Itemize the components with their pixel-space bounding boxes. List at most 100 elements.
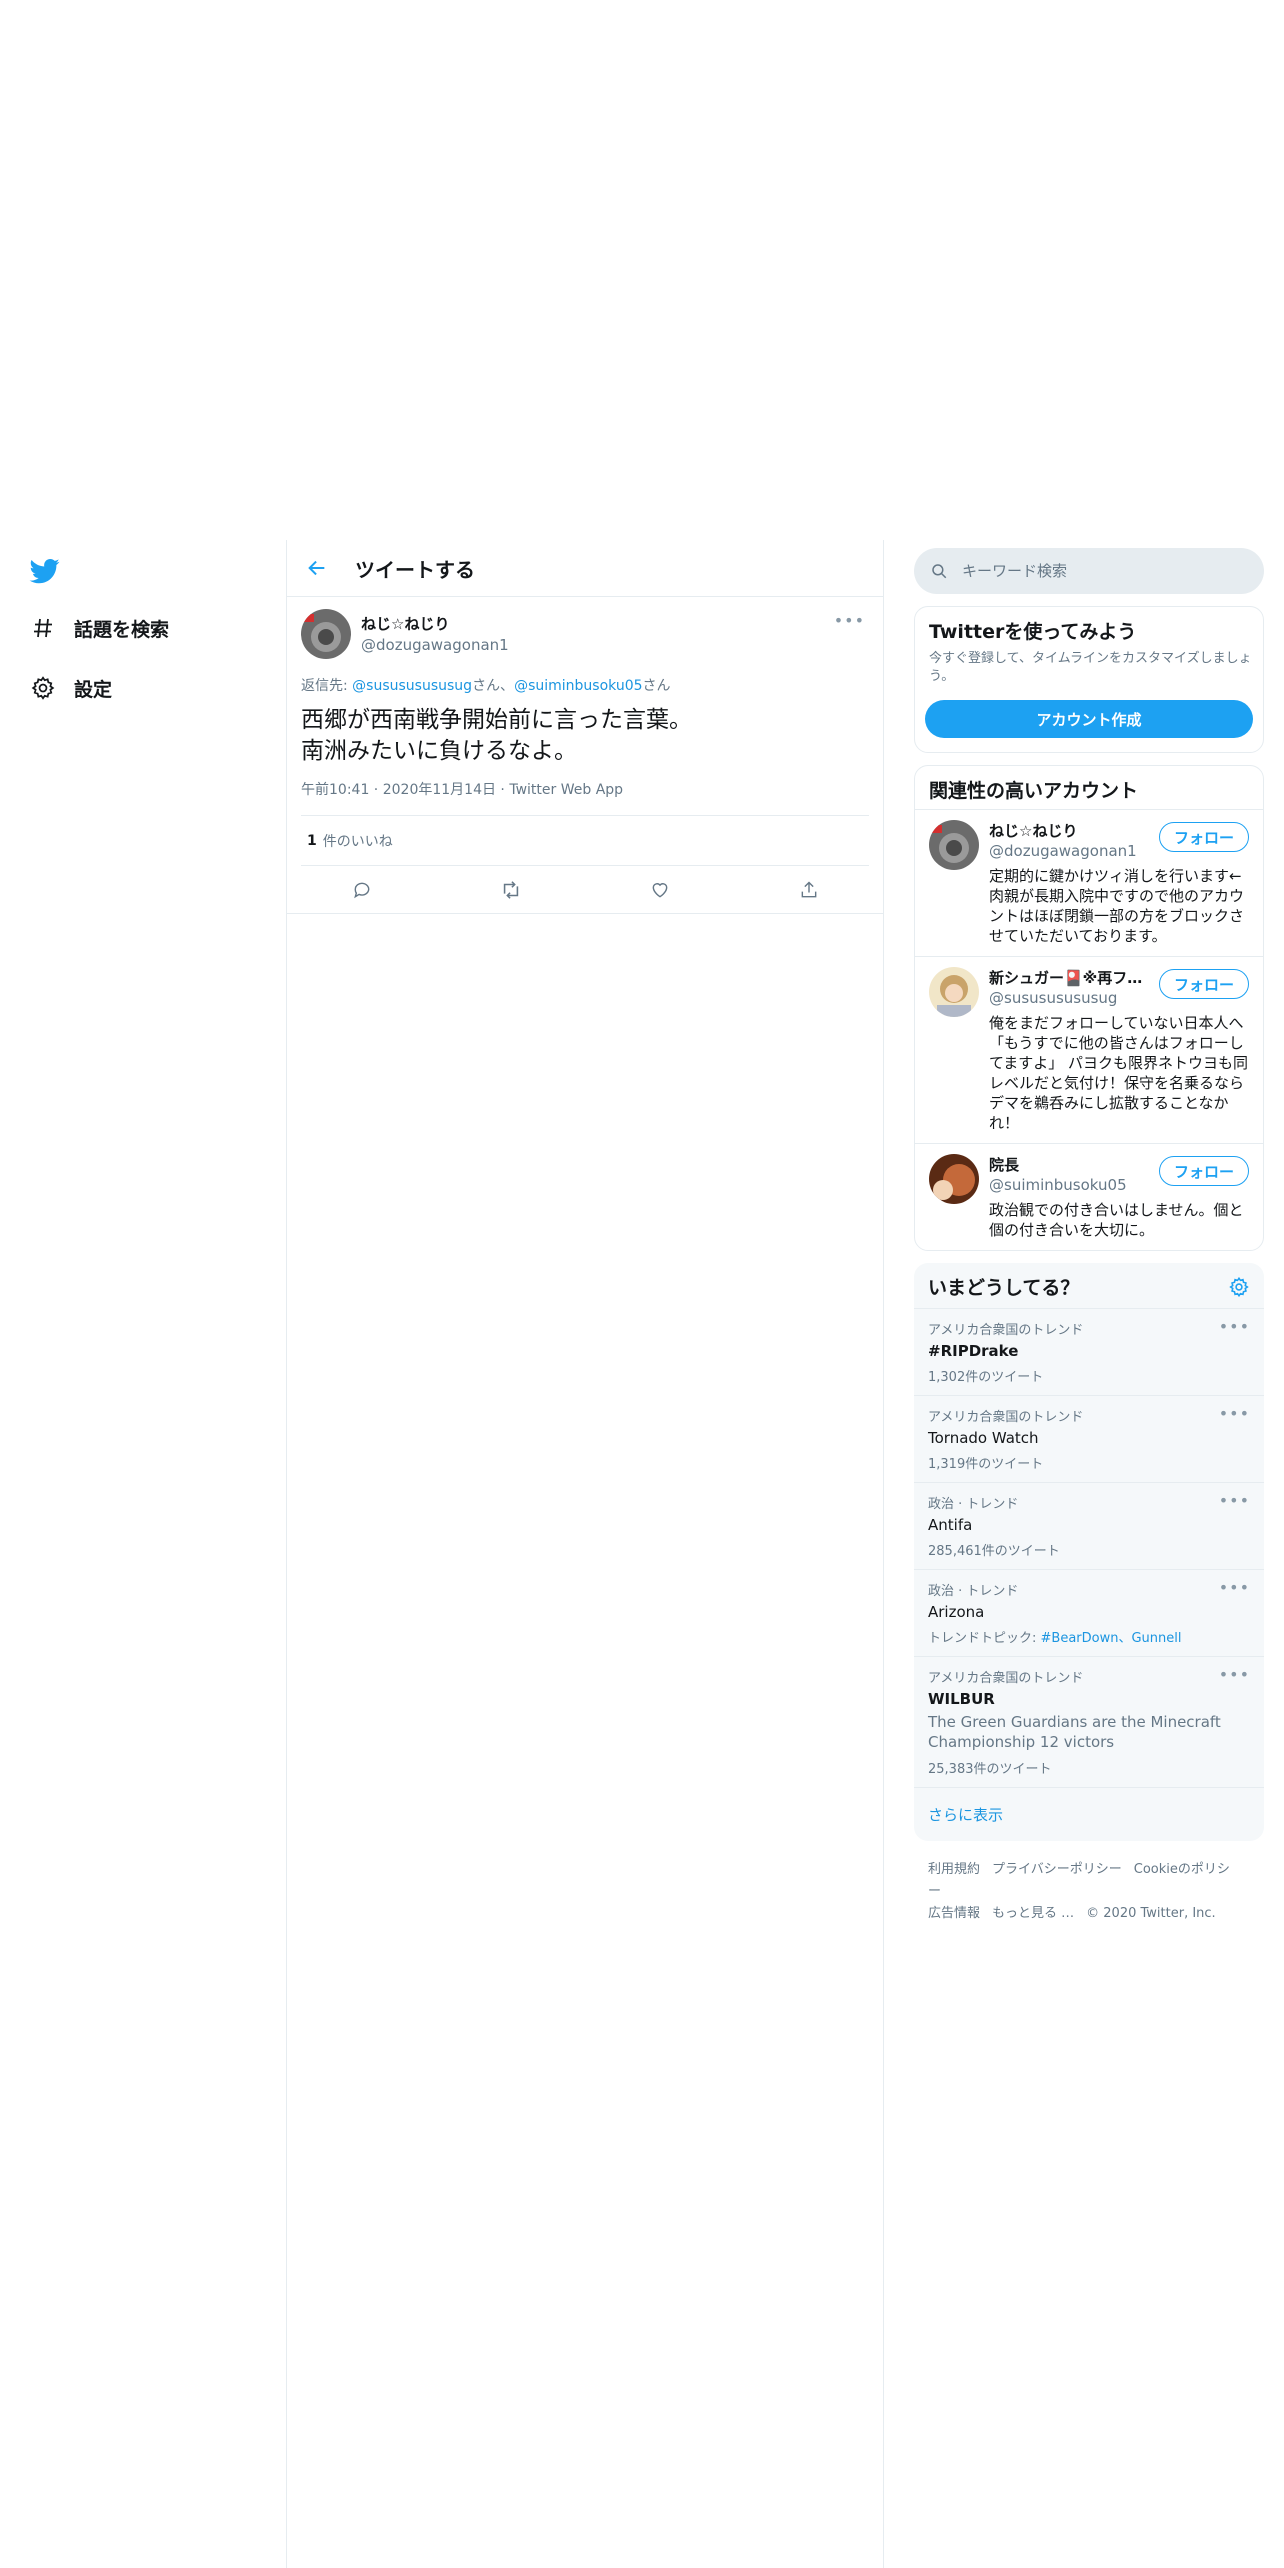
follow-button[interactable]: フォロー (1158, 1156, 1249, 1186)
right-sidebar: Twitterを使ってみよう 今すぐ登録して、タイムラインをカスタマイズしましょ… (914, 540, 1264, 1943)
likes-count: 1 (307, 832, 317, 849)
tweet-actions (287, 866, 883, 914)
reply-prefix: 返信先: (301, 678, 353, 694)
search-icon (932, 564, 947, 579)
trend-topic-links[interactable]: #BearDown、Gunnell (1041, 1631, 1182, 1646)
trend-item[interactable]: 政治 · トレンド Arizona トレンドトピック: #BearDown、Gu… (914, 1570, 1264, 1657)
account-name: 新シュガー🎴※再フォ… (989, 969, 1149, 987)
user-name[interactable]: ねじ☆ねじり (361, 613, 509, 634)
tweet-date[interactable]: 2020年11月14日 (383, 782, 496, 798)
trend-topic-prefix: トレンドトピック: (928, 1631, 1041, 1646)
trend-count: 25,383件のツイート (928, 1762, 1052, 1777)
likes-label: 件のいいね (322, 833, 393, 850)
trend-name: WILBUR (928, 1690, 995, 1708)
related-accounts-card: 関連性の高いアカウント ねじ☆ねじり @dozugawagonan1 定期的に鍵… (914, 765, 1264, 1251)
back-button[interactable] (297, 548, 337, 588)
account-name: ねじ☆ねじり (989, 822, 1078, 840)
trend-count: 1,302件のツイート (928, 1370, 1044, 1385)
more-options-icon[interactable]: ••• (1219, 1578, 1250, 1597)
hashtag-icon (28, 613, 58, 643)
reply-user-link[interactable]: @susususususug (352, 678, 472, 694)
footer-link[interactable]: プライバシーポリシー (992, 1862, 1122, 1877)
like-icon[interactable] (640, 870, 680, 910)
main-column: ツイートする ねじ☆ねじり @dozugawagonan1 ••• 返信先: @… (286, 540, 884, 2568)
trend-item[interactable]: アメリカ合衆国のトレンド WILBUR The Green Guardians … (914, 1657, 1264, 1788)
account-item[interactable]: 新シュガー🎴※再フォ… @susususususug 俺をまだフォローしていない… (915, 956, 1263, 1143)
footer-link[interactable]: もっと見る … (992, 1906, 1074, 1921)
share-icon[interactable] (789, 870, 829, 910)
signup-subtitle: 今すぐ登録して、タイムラインをカスタマイズしましょう。 (929, 651, 1252, 684)
trend-count: 285,461件のツイート (928, 1544, 1060, 1559)
user-block: ねじ☆ねじり @dozugawagonan1 (361, 613, 509, 654)
copyright: © 2020 Twitter, Inc. (1086, 1906, 1216, 1921)
nav-settings-label: 設定 (74, 678, 113, 701)
search-input[interactable] (962, 562, 1232, 580)
arrow-left-icon (308, 560, 325, 576)
reply-suffix: さん (642, 678, 671, 694)
twitter-bird-icon[interactable] (28, 556, 62, 586)
signup-title: Twitterを使ってみよう (929, 621, 1137, 643)
gear-icon[interactable] (1228, 1276, 1250, 1298)
trend-count: 1,319件のツイート (928, 1457, 1044, 1472)
tweet-text: 西郷が西南戦争開始前に言った言葉。 南洲みたいに負けるなよ。 (301, 707, 692, 764)
trend-context: アメリカ合衆国のトレンド (928, 1671, 1084, 1686)
trend-context: 政治 · トレンド (928, 1584, 1019, 1599)
trend-description: The Green Guardians are the Minecraft Ch… (928, 1713, 1221, 1751)
trend-context: 政治 · トレンド (928, 1497, 1019, 1512)
footer: 利用規約 プライバシーポリシー Cookieのポリシー 広告情報 もっと見る … © 2… (914, 1841, 1264, 1943)
create-account-button[interactable]: アカウント作成 (925, 700, 1253, 738)
account-item[interactable]: ねじ☆ねじり @dozugawagonan1 定期的に鍵かけツィ消しを行います←… (915, 809, 1263, 956)
avatar[interactable] (929, 967, 979, 1017)
account-name: 院長 (989, 1156, 1020, 1174)
search-bar[interactable] (914, 548, 1264, 594)
main-header: ツイートする (287, 540, 883, 597)
more-options-icon[interactable]: ••• (1219, 1665, 1250, 1684)
trend-name: Arizona (928, 1603, 985, 1621)
more-options-icon[interactable]: ••• (1219, 1317, 1250, 1336)
retweet-icon[interactable] (491, 870, 531, 910)
trends-card: いまどうしてる？ アメリカ合衆国のトレンド #RIPDrake 1,302件のツ… (914, 1263, 1264, 1841)
trend-context: アメリカ合衆国のトレンド (928, 1410, 1084, 1425)
footer-link[interactable]: 利用規約 (928, 1862, 980, 1877)
more-options-icon[interactable]: ••• (1219, 1404, 1250, 1423)
nav-explore-label: 話題を検索 (74, 618, 170, 641)
trend-item[interactable]: アメリカ合衆国のトレンド Tornado Watch 1,319件のツイート •… (914, 1396, 1264, 1483)
trend-topic: トレンドトピック: #BearDown、Gunnell (928, 1627, 1250, 1646)
trend-context: アメリカ合衆国のトレンド (928, 1323, 1084, 1338)
trend-name: Antifa (928, 1516, 973, 1534)
footer-link[interactable]: 広告情報 (928, 1906, 980, 1921)
tweet-source: Twitter Web App (509, 782, 624, 798)
trend-item[interactable]: 政治 · トレンド Antifa 285,461件のツイート ••• (914, 1483, 1264, 1570)
reply-mid: さん、 (472, 678, 515, 694)
related-title: 関連性の高いアカウント (929, 780, 1139, 802)
trend-name: Tornado Watch (928, 1429, 1039, 1447)
user-handle[interactable]: @dozugawagonan1 (361, 636, 509, 654)
show-more-link[interactable]: さらに表示 (914, 1788, 1264, 1841)
account-bio: 定期的に鍵かけツィ消しを行います←肉親が長期入院中ですので他のアカウントはほぼ閉… (989, 867, 1245, 945)
avatar[interactable] (929, 1154, 979, 1204)
nav-settings[interactable]: 設定 (28, 668, 112, 708)
nav-explore[interactable]: 話題を検索 (28, 608, 169, 648)
account-item[interactable]: 院長 @suiminbusoku05 政治観での付き合いはしません。個と個の付き… (915, 1143, 1263, 1250)
trend-name: #RIPDrake (928, 1342, 1019, 1360)
reply-user-link[interactable]: @suiminbusoku05 (514, 678, 642, 694)
follow-button[interactable]: フォロー (1158, 822, 1249, 852)
likes-row[interactable]: 1 件のいいね (301, 816, 869, 866)
gear-icon (28, 673, 58, 703)
follow-button[interactable]: フォロー (1158, 969, 1249, 999)
tweet-time[interactable]: 午前10:41 (301, 782, 369, 798)
avatar[interactable] (929, 820, 979, 870)
more-options-icon[interactable]: ••• (834, 611, 865, 630)
reply-icon[interactable] (342, 870, 382, 910)
reply-to: 返信先: @susususususugさん、@suiminbusoku05さん (301, 675, 869, 695)
account-bio: 政治観での付き合いはしません。個と個の付き合いを大切に。 (989, 1201, 1244, 1239)
trend-item[interactable]: アメリカ合衆国のトレンド #RIPDrake 1,302件のツイート ••• (914, 1309, 1264, 1396)
tweet-header: ねじ☆ねじり @dozugawagonan1 ••• (301, 597, 869, 659)
trends-title: いまどうしてる？ (928, 1277, 1080, 1299)
avatar[interactable] (301, 609, 351, 659)
signup-card: Twitterを使ってみよう 今すぐ登録して、タイムラインをカスタマイズしましょ… (914, 606, 1264, 753)
tweet-meta: 午前10:41 · 2020年11月14日 · Twitter Web App (301, 779, 869, 816)
page-title: ツイートする (355, 557, 475, 582)
more-options-icon[interactable]: ••• (1219, 1491, 1250, 1510)
tweet-detail: ねじ☆ねじり @dozugawagonan1 ••• 返信先: @sususus… (287, 597, 883, 914)
